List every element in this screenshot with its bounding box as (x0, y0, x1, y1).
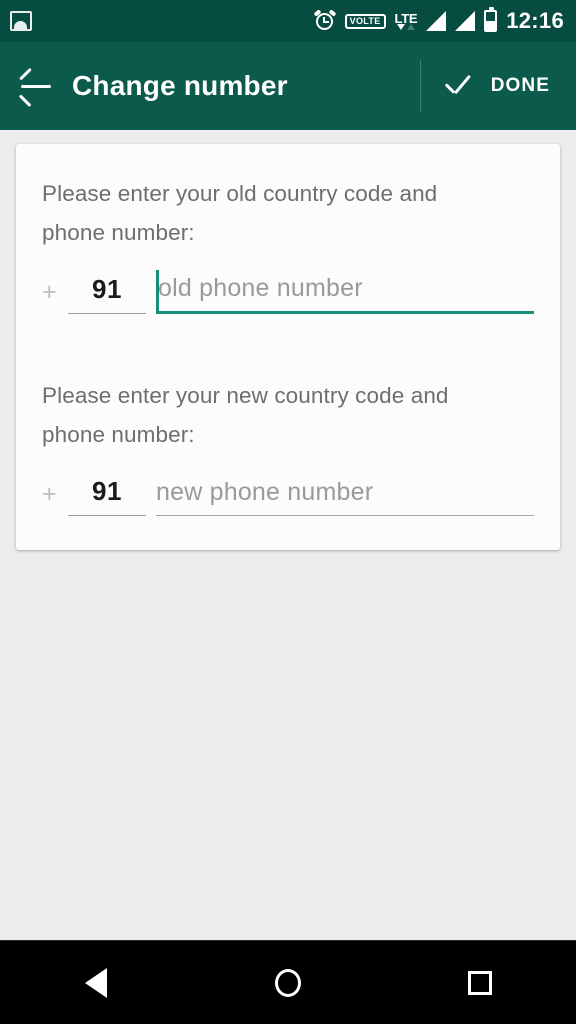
volte-badge: VOLTE (344, 13, 386, 29)
lte-data-arrows (396, 24, 415, 30)
old-number-field-row: + 91 old phone number (42, 270, 534, 314)
signal-bars-icon-2 (455, 11, 476, 31)
old-number-prompt: Please enter your old country code and p… (42, 181, 438, 245)
change-number-card: Please enter your old country code and p… (16, 144, 560, 550)
square-recents-icon (468, 970, 492, 995)
new-phone-number-placeholder: new phone number (156, 478, 374, 506)
content-area: Please enter your old country code and p… (0, 130, 576, 940)
new-country-code-input[interactable]: 91 (68, 476, 146, 516)
signal-bars-icon-1 (426, 11, 447, 31)
nav-back-button[interactable] (36, 941, 156, 1024)
old-phone-number-input[interactable]: old phone number (156, 270, 534, 314)
old-plus-prefix: + (42, 278, 57, 306)
text-caret (156, 270, 159, 314)
photo-icon (10, 11, 32, 31)
android-nav-bar (0, 940, 576, 1024)
new-number-prompt: Please enter your new country code and p… (42, 383, 449, 447)
old-country-code-value: 91 (92, 274, 122, 304)
battery-icon (484, 7, 498, 32)
circle-home-icon (275, 968, 301, 997)
done-button[interactable]: DONE (443, 73, 576, 99)
status-bar-system-icons: VOLTE LTE 12:16 (313, 7, 564, 34)
status-bar-clock: 12:16 (506, 8, 564, 33)
arrow-left-icon (19, 67, 52, 107)
new-number-field-row: + 91 new phone number (42, 476, 534, 516)
check-icon (443, 73, 473, 99)
lte-indicator: LTE (395, 12, 418, 30)
app-bar: Change number DONE (0, 42, 576, 130)
new-country-code-value: 91 (92, 476, 122, 506)
nav-home-button[interactable] (228, 941, 348, 1024)
alarm-clock-icon (313, 9, 337, 32)
status-bar-notifications (10, 11, 32, 31)
triangle-back-icon (85, 967, 107, 998)
done-button-label: DONE (490, 75, 550, 96)
phone-screen: VOLTE LTE 12:16 Change number DONE Pleas… (0, 0, 576, 1024)
page-title: Change number (72, 70, 288, 101)
status-bar: VOLTE LTE 12:16 (0, 0, 576, 42)
nav-recents-button[interactable] (420, 941, 540, 1024)
old-country-code-input[interactable]: 91 (68, 274, 146, 314)
new-plus-prefix: + (42, 480, 57, 508)
new-phone-number-input[interactable]: new phone number (156, 478, 534, 516)
back-button[interactable] (0, 42, 72, 130)
app-bar-divider (419, 60, 421, 112)
old-phone-number-placeholder: old phone number (158, 274, 363, 302)
